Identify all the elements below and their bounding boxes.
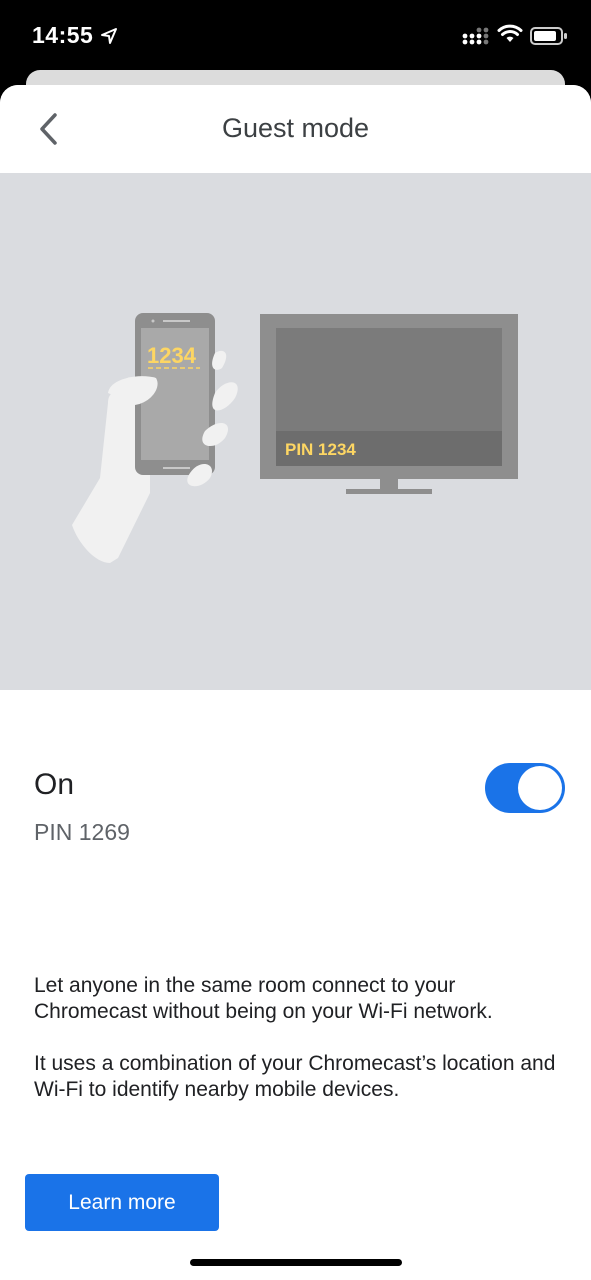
location-arrow-icon (101, 28, 117, 44)
status-time: 14:55 (32, 22, 94, 48)
guest-mode-toggle[interactable] (485, 763, 565, 813)
description-paragraph-1: Let anyone in the same room connect to y… (34, 974, 493, 1023)
wifi-icon (497, 24, 523, 42)
phone-camera (151, 319, 155, 323)
phone-and-tv-illustration: 1234 PIN 1234 (72, 313, 518, 563)
battery-icon (530, 27, 567, 45)
signal-icon (462, 27, 489, 45)
toggle-knob (518, 766, 562, 810)
finger-2 (212, 382, 238, 411)
guest-mode-sheet: Guest mode 1234 PIN 1234 On PIN 1269 Let… (0, 85, 591, 1280)
description-paragraph-2: It uses a combination of your Chromecast… (34, 1052, 556, 1101)
guest-mode-state-label: On (34, 768, 75, 801)
tv-pin-text: PIN 1234 (285, 440, 356, 459)
header: Guest mode (0, 85, 591, 173)
page-title: Guest mode (221, 113, 370, 143)
tv-stand-base (346, 489, 432, 494)
status-bar: 14:55 (0, 0, 591, 70)
guest-mode-illustration: 1234 PIN 1234 (0, 173, 591, 690)
phone-pin-text: 1234 (147, 343, 197, 368)
learn-more-button[interactable]: Learn more (25, 1174, 219, 1231)
screen: 14:55 Guest mode 1234 PIN 1234 On PIN 12… (0, 0, 591, 1280)
home-indicator (190, 1259, 402, 1266)
guest-pin: PIN 1269 (34, 819, 130, 845)
